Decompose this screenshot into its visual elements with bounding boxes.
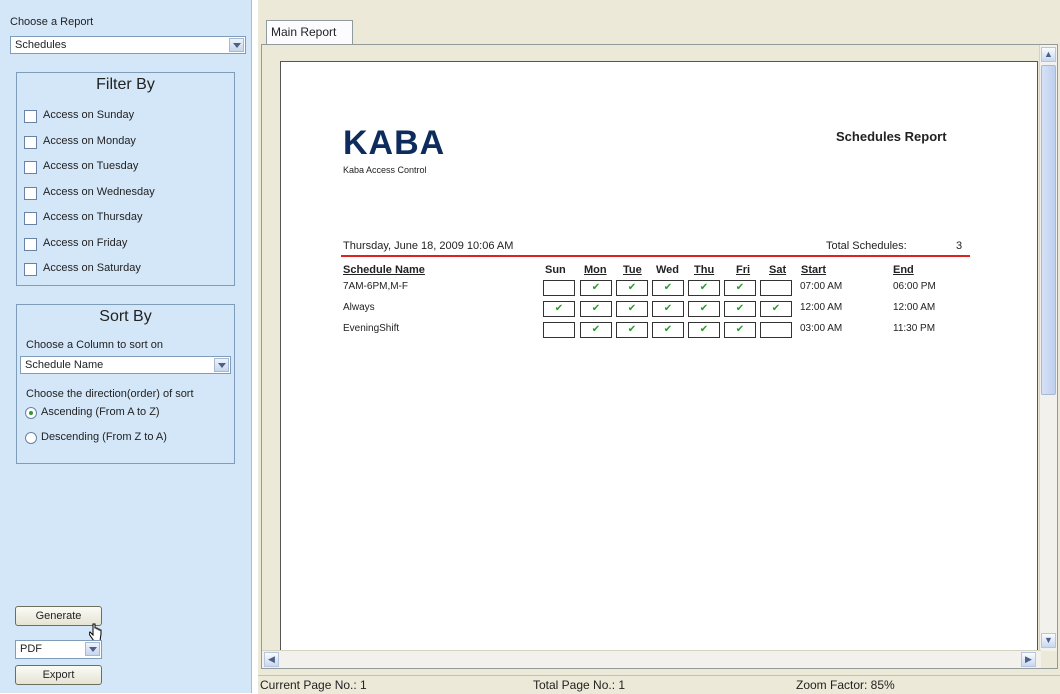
total-schedules-label: Total Schedules: — [826, 240, 907, 252]
end-time-cell: 06:00 PM — [893, 281, 936, 292]
check-icon: ✔ — [652, 322, 684, 338]
tab-strip: Main Report — [258, 0, 1060, 46]
check-icon: ✔ — [616, 322, 648, 338]
logo-subtitle: Kaba Access Control — [343, 165, 427, 175]
scroll-thumb[interactable] — [1041, 65, 1056, 395]
schedule-name-cell: Always — [343, 302, 375, 313]
left-panel: Choose a Report Schedules Filter By Acce… — [0, 0, 252, 693]
filter-checkbox[interactable] — [24, 135, 37, 149]
chevron-down-icon[interactable] — [85, 642, 100, 656]
report-viewer: KABA Kaba Access Control Schedules Repor… — [261, 44, 1058, 669]
schedule-name-cell: EveningShift — [343, 323, 400, 334]
empty-day-box — [543, 280, 575, 296]
end-time-cell: 11:30 PM — [893, 323, 936, 334]
col-schedule-name: Schedule Name — [343, 264, 425, 276]
sort-column-value: Schedule Name — [25, 359, 104, 371]
col-mon: Mon — [584, 264, 607, 276]
check-icon: ✔ — [688, 322, 720, 338]
total-schedules-value: 3 — [956, 240, 963, 252]
start-time-cell: 07:00 AM — [800, 281, 843, 292]
check-icon: ✔ — [724, 322, 756, 338]
filter-checkbox[interactable] — [24, 186, 37, 200]
filter-checkbox-label: Access on Thursday — [43, 211, 143, 223]
empty-day-box — [543, 322, 575, 338]
filter-checkbox[interactable] — [24, 110, 37, 123]
filter-checkbox[interactable] — [24, 212, 37, 225]
check-icon: ✔ — [652, 301, 684, 317]
filter-checkbox-label: Access on Wednesday — [43, 185, 155, 198]
horizontal-scrollbar[interactable]: ◀ ▶ — [262, 650, 1041, 668]
schedule-name-cell: 7AM-6PM,M-F — [343, 281, 408, 292]
tab-main-report[interactable]: Main Report — [266, 20, 353, 44]
check-icon: ✔ — [580, 301, 612, 317]
choose-report-label: Choose a Report — [10, 16, 94, 28]
vertical-scrollbar[interactable]: ▲ ▼ — [1039, 45, 1057, 651]
end-time-cell: 12:00 AM — [893, 302, 936, 313]
divider-line — [341, 255, 970, 257]
filter-checkbox[interactable] — [24, 237, 37, 251]
filter-checkbox-label: Access on Sunday — [43, 109, 135, 121]
report-page: KABA Kaba Access Control Schedules Repor… — [280, 61, 1038, 651]
scroll-right-icon[interactable]: ▶ — [1021, 652, 1036, 667]
start-time-cell: 12:00 AM — [800, 302, 843, 313]
kaba-logo: KABA — [343, 124, 446, 162]
filter-checkbox-label: Access on Saturday — [43, 262, 141, 274]
col-tue: Tue — [623, 264, 642, 276]
export-button[interactable]: Export — [15, 665, 102, 685]
status-bar: Current Page No.: 1 Total Page No.: 1 Zo… — [258, 675, 1060, 694]
current-page-status: Current Page No.: 1 — [260, 678, 367, 692]
scroll-left-icon[interactable]: ◀ — [264, 652, 279, 667]
descending-label: Descending (From Z to A) — [41, 431, 167, 443]
total-page-status: Total Page No.: 1 — [533, 678, 626, 692]
filter-checkbox[interactable] — [24, 161, 37, 174]
chevron-down-icon[interactable] — [229, 38, 244, 52]
filter-checkbox-label: Access on Monday — [43, 134, 136, 147]
check-icon: ✔ — [616, 280, 648, 296]
export-format-select[interactable]: PDF — [15, 640, 102, 659]
check-icon: ✔ — [688, 301, 720, 317]
check-icon: ✔ — [724, 301, 756, 317]
empty-day-box — [760, 280, 792, 296]
sort-direction-label: Choose the direction(order) of sort — [26, 388, 194, 400]
check-icon: ✔ — [580, 280, 612, 296]
check-icon: ✔ — [760, 301, 792, 317]
col-thu: Thu — [694, 264, 715, 276]
scroll-down-icon[interactable]: ▼ — [1041, 633, 1056, 648]
report-title: Schedules Report — [836, 129, 947, 144]
sort-by-title: Sort By — [99, 308, 152, 325]
ascending-label: Ascending (From A to Z) — [41, 406, 160, 418]
sort-column-select[interactable]: Schedule Name — [20, 356, 231, 374]
chevron-down-icon[interactable] — [214, 358, 229, 372]
filter-by-title: Filter By — [96, 76, 155, 93]
scroll-up-icon[interactable]: ▲ — [1041, 47, 1056, 62]
start-time-cell: 03:00 AM — [800, 323, 843, 334]
empty-day-box — [760, 322, 792, 338]
col-end: End — [893, 264, 914, 276]
check-icon: ✔ — [688, 280, 720, 296]
report-viewer-area: Main Report KABA Kaba Access Control Sch… — [258, 0, 1060, 694]
check-icon: ✔ — [724, 280, 756, 296]
filter-checkbox[interactable] — [24, 263, 37, 276]
sort-by-panel: Sort By Choose a Column to sort on Sched… — [16, 304, 235, 464]
check-icon: ✔ — [652, 280, 684, 296]
sort-column-label: Choose a Column to sort on — [26, 339, 163, 351]
col-fri: Fri — [736, 264, 751, 276]
descending-radio[interactable] — [25, 432, 37, 444]
check-icon: ✔ — [543, 301, 575, 317]
filter-checkbox-label: Access on Tuesday — [43, 160, 139, 172]
report-select[interactable]: Schedules — [10, 36, 246, 54]
check-icon: ✔ — [616, 301, 648, 317]
col-sat: Sat — [769, 264, 787, 276]
col-sun: Sun — [545, 264, 566, 276]
filter-checkbox-label: Access on Friday — [43, 236, 128, 249]
col-start: Start — [801, 264, 827, 276]
export-format-value: PDF — [20, 643, 42, 655]
filter-by-panel: Filter By Access on Sunday Access on Mond… — [16, 72, 235, 286]
check-icon: ✔ — [580, 322, 612, 338]
col-wed: Wed — [656, 264, 680, 276]
zoom-status: Zoom Factor: 85% — [796, 678, 895, 692]
ascending-radio[interactable] — [25, 407, 37, 419]
report-select-value: Schedules — [15, 39, 67, 51]
report-date: Thursday, June 18, 2009 10:06 AM — [343, 240, 514, 252]
